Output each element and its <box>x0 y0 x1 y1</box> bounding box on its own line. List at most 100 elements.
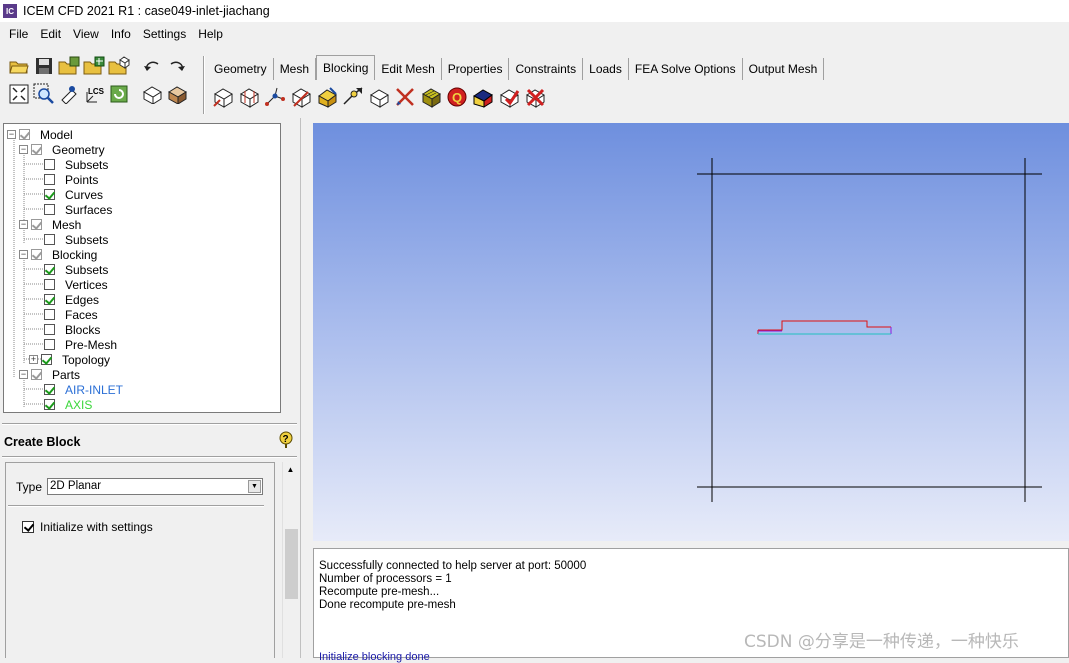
collapse-icon[interactable]: − <box>19 370 28 379</box>
collapse-icon[interactable]: − <box>19 250 28 259</box>
initialize-with-settings-row[interactable]: Initialize with settings <box>22 520 153 534</box>
collapse-icon[interactable]: − <box>19 145 28 154</box>
tree-item-subsets[interactable]: Subsets <box>29 232 108 247</box>
split-block-icon[interactable] <box>236 84 262 110</box>
check-blocks-icon[interactable] <box>496 84 522 110</box>
tree-item-axis[interactable]: AXIS <box>29 397 92 412</box>
scroll-up-arrow[interactable]: ▲ <box>283 462 298 477</box>
tab-blocking[interactable]: Blocking <box>316 55 376 80</box>
open-geometry-icon[interactable] <box>56 54 81 78</box>
open-icon[interactable] <box>6 54 31 78</box>
tab-properties[interactable]: Properties <box>442 58 510 80</box>
tree-checkbox[interactable] <box>44 294 55 305</box>
tree-checkbox[interactable] <box>44 204 55 215</box>
tree-item-surfaces[interactable]: Surfaces <box>29 202 112 217</box>
panel-scrollbar[interactable]: ▲ <box>282 462 299 658</box>
tab-geometry[interactable]: Geometry <box>208 58 274 80</box>
refresh-icon[interactable] <box>106 82 131 106</box>
delete-block-icon[interactable] <box>522 84 548 110</box>
tab-mesh[interactable]: Mesh <box>274 58 317 80</box>
tree-checkbox[interactable] <box>31 249 42 260</box>
tree-checkbox[interactable] <box>44 234 55 245</box>
wall-curve[interactable] <box>758 320 891 331</box>
graphics-viewport[interactable] <box>313 123 1069 541</box>
undo-icon[interactable] <box>139 54 164 78</box>
tree-checkbox[interactable] <box>44 159 55 170</box>
expand-icon[interactable]: + <box>29 355 38 364</box>
help-icon[interactable]: ? <box>279 431 293 449</box>
merge-vertices-icon[interactable] <box>262 84 288 110</box>
tree-checkbox[interactable] <box>31 144 42 155</box>
menu-settings[interactable]: Settings <box>137 27 192 41</box>
tree-item-curves[interactable]: Curves <box>29 187 103 202</box>
wireframe-icon[interactable] <box>139 82 164 106</box>
tree-checkbox[interactable] <box>44 309 55 320</box>
tree-item-subsets[interactable]: Subsets <box>29 157 108 172</box>
fit-window-icon[interactable] <box>6 82 31 106</box>
tab-edit-mesh[interactable]: Edit Mesh <box>375 58 442 80</box>
tree-item-subsets[interactable]: Subsets <box>29 262 108 277</box>
tree-checkbox[interactable] <box>44 384 55 395</box>
tree-item-faces[interactable]: Faces <box>29 307 98 322</box>
tree-checkbox[interactable] <box>44 339 55 350</box>
tree-checkbox[interactable] <box>19 129 30 140</box>
console-line: Number of processors = 1 <box>319 573 452 585</box>
tree-item-air-inlet[interactable]: AIR-INLET <box>29 382 123 397</box>
tree-checkbox[interactable] <box>44 324 55 335</box>
tree-checkbox[interactable] <box>44 399 55 410</box>
open-blocking-icon[interactable] <box>106 54 131 78</box>
edit-block-icon[interactable] <box>288 84 314 110</box>
viewport-canvas[interactable] <box>313 123 1069 541</box>
tree-item-edges[interactable]: Edges <box>29 292 99 307</box>
tree-item-model[interactable]: − Model <box>7 127 73 142</box>
tree-checkbox[interactable] <box>44 189 55 200</box>
collapse-icon[interactable]: − <box>19 220 28 229</box>
tree-item-parts[interactable]: − Parts <box>19 367 80 382</box>
panel-splitter[interactable] <box>300 118 311 658</box>
pre-mesh-smooth-icon[interactable] <box>470 84 496 110</box>
tree-checkbox[interactable] <box>41 354 52 365</box>
create-block-icon[interactable] <box>210 84 236 110</box>
tab-constraints[interactable]: Constraints <box>509 58 584 80</box>
tree-item-geometry[interactable]: − Geometry <box>19 142 105 157</box>
menu-help[interactable]: Help <box>192 27 229 41</box>
move-vertex-icon[interactable] <box>340 84 366 110</box>
redo-icon[interactable] <box>164 54 189 78</box>
menu-file[interactable]: File <box>3 27 34 41</box>
tree-item-pre-mesh[interactable]: Pre-Mesh <box>29 337 117 352</box>
tab-fea-solve-options[interactable]: FEA Solve Options <box>629 58 743 80</box>
pre-mesh-quality-icon[interactable]: Q <box>444 84 470 110</box>
tree-checkbox[interactable] <box>44 174 55 185</box>
tree-checkbox[interactable] <box>31 369 42 380</box>
menu-info[interactable]: Info <box>105 27 137 41</box>
type-select[interactable]: 2D Planar ▼ <box>47 478 263 495</box>
tree-item-points[interactable]: Points <box>29 172 98 187</box>
zoom-box-icon[interactable] <box>31 82 56 106</box>
solid-icon[interactable] <box>164 82 189 106</box>
tree-item-label: Model <box>40 127 73 142</box>
tab-loads[interactable]: Loads <box>583 58 629 80</box>
menu-view[interactable]: View <box>67 27 105 41</box>
chevron-down-icon[interactable]: ▼ <box>248 480 261 493</box>
tree-item-vertices[interactable]: Vertices <box>29 277 108 292</box>
save-geometry-icon[interactable] <box>81 54 106 78</box>
scroll-thumb[interactable] <box>285 529 298 599</box>
tree-item-blocks[interactable]: Blocks <box>29 322 100 337</box>
local-coordinate-icon[interactable]: LCS <box>81 82 106 106</box>
tree-item-blocking[interactable]: − Blocking <box>19 247 97 262</box>
collapse-icon[interactable]: − <box>7 130 16 139</box>
save-icon[interactable] <box>31 54 56 78</box>
tree-checkbox[interactable] <box>31 219 42 230</box>
initialize-with-settings-checkbox[interactable] <box>22 521 34 533</box>
tree-item-topology[interactable]: + Topology <box>29 352 110 367</box>
edit-edge-icon[interactable] <box>392 84 418 110</box>
tree-item-mesh[interactable]: − Mesh <box>19 217 81 232</box>
menu-edit[interactable]: Edit <box>34 27 67 41</box>
transform-blocks-icon[interactable] <box>366 84 392 110</box>
measure-icon[interactable] <box>56 82 81 106</box>
tree-checkbox[interactable] <box>44 264 55 275</box>
tree-checkbox[interactable] <box>44 279 55 290</box>
tab-output-mesh[interactable]: Output Mesh <box>743 58 825 80</box>
associate-icon[interactable] <box>314 84 340 110</box>
pre-mesh-params-icon[interactable] <box>418 84 444 110</box>
